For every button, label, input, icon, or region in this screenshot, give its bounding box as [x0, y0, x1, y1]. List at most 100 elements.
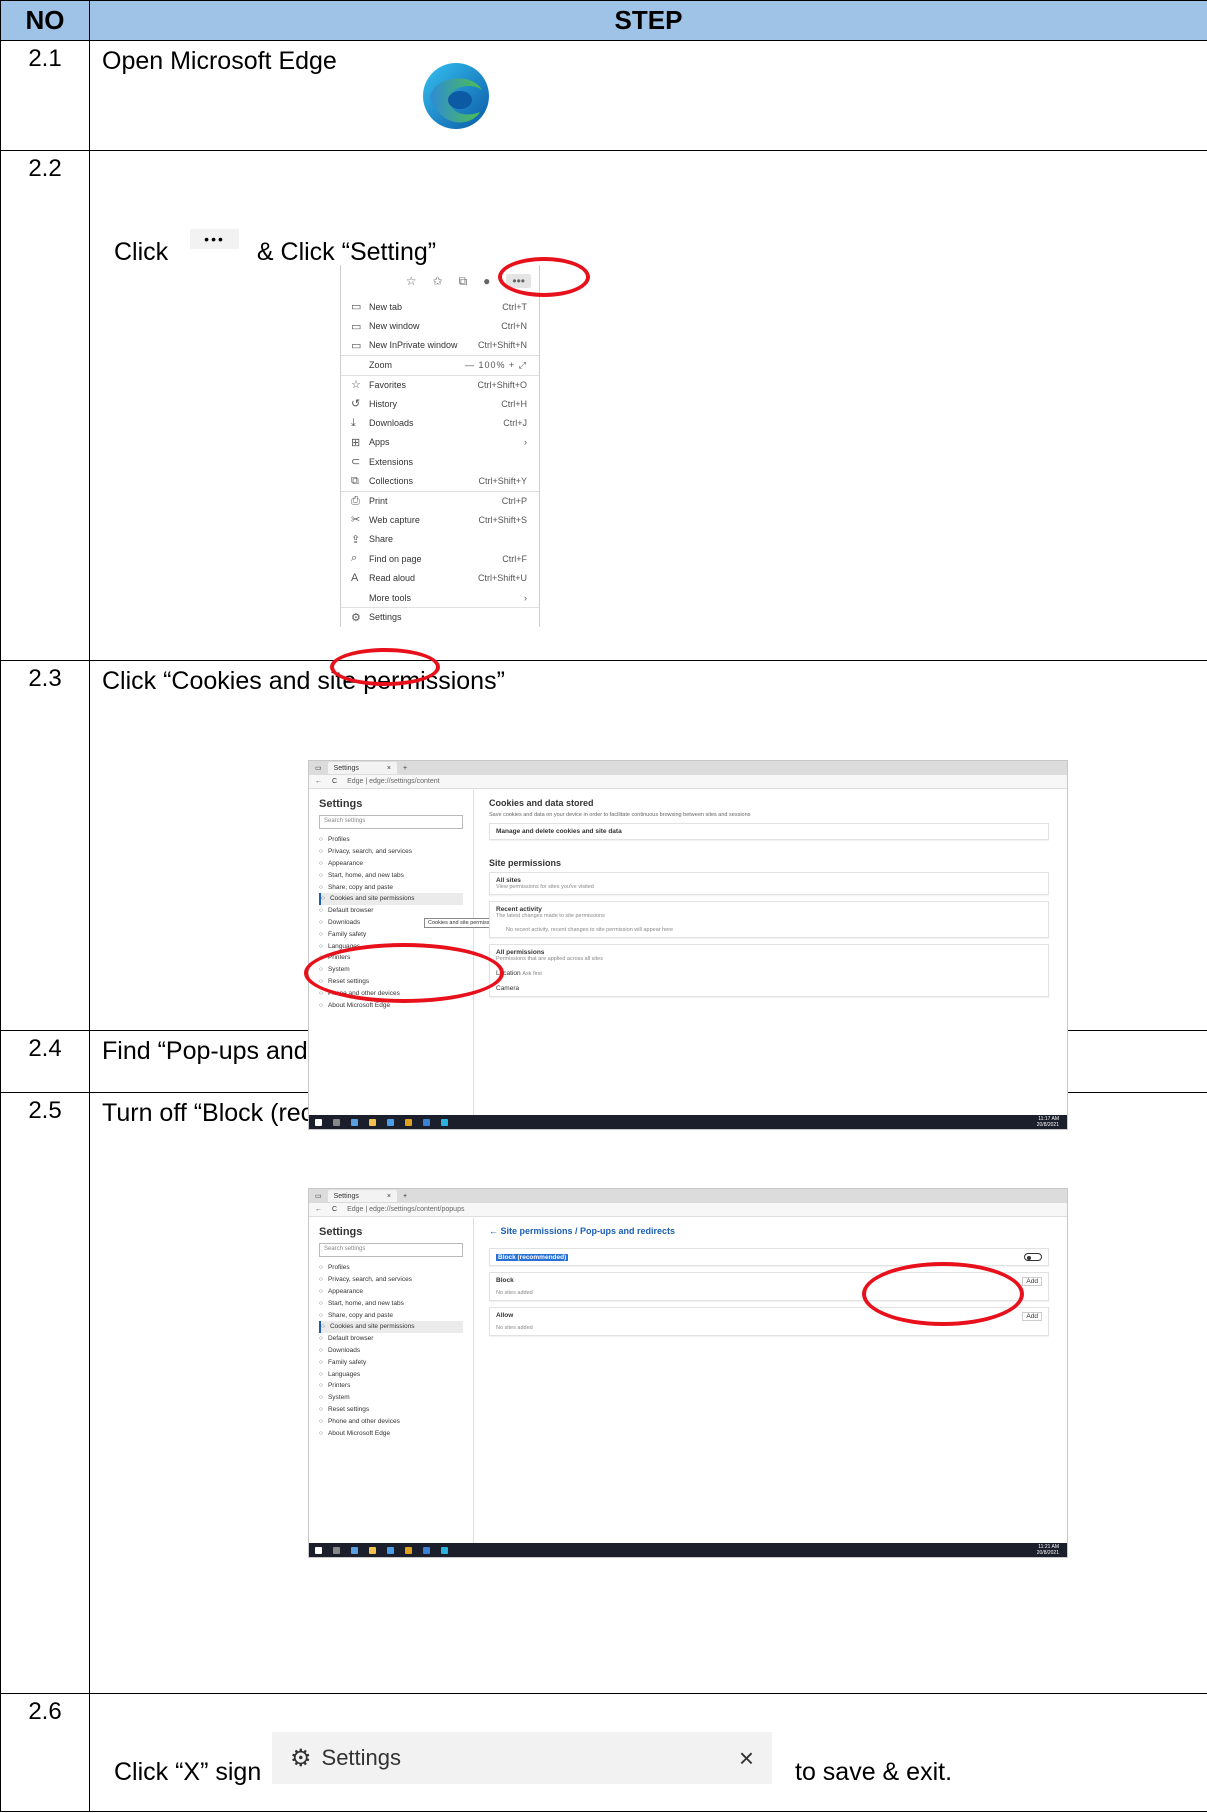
menu-item[interactable]: ⇪ Share	[341, 530, 539, 549]
refresh-icon[interactable]: C	[332, 778, 337, 785]
camera-item[interactable]: Camera	[496, 985, 1042, 992]
url-field[interactable]: Edge | edge://settings/content/popups	[347, 1206, 464, 1213]
sidebar-item-icon: ○	[319, 1417, 323, 1425]
all-sites-link[interactable]: All sites View permissions for sites you…	[489, 872, 1049, 895]
sidebar-item[interactable]: ○ Profiles	[319, 834, 463, 846]
edge-more-menu: ☆ ✩ ⧉ ● ••• ▭ New tab Ctrl+T ▭ New window Ctr…	[340, 265, 540, 627]
sidebar-item-icon: ○	[319, 1299, 323, 1307]
breadcrumb[interactable]: ← Site permissions / Pop-ups and redirec…	[489, 1226, 1049, 1236]
menu-item[interactable]: ⧉ Collections Ctrl+Shift+Y	[341, 472, 539, 491]
tab-settings[interactable]: Settings ×	[327, 762, 398, 774]
menu-item[interactable]: Zoom — 100% + ⤢	[341, 355, 539, 374]
search-input[interactable]: Search settings	[319, 1243, 463, 1257]
menu-item[interactable]: ⤓ Downloads Ctrl+J	[341, 413, 539, 432]
block-toggle[interactable]	[1024, 1253, 1042, 1261]
file-explorer-icon[interactable]	[369, 1546, 376, 1554]
chrome-icon[interactable]	[405, 1546, 412, 1554]
menu-item-shortcut: Ctrl+T	[502, 301, 527, 312]
menu-item[interactable]: ▭ New tab Ctrl+T	[341, 297, 539, 316]
sidebar-item[interactable]: ○ Privacy, search, and services	[319, 846, 463, 858]
app-icon[interactable]	[423, 1546, 430, 1554]
app-icon[interactable]	[387, 1546, 394, 1554]
sidebar-item[interactable]: ○ Reset settings	[319, 1404, 463, 1416]
card-title: All sites	[496, 877, 521, 884]
sidebar-item[interactable]: ○ Start, home, and new tabs	[319, 869, 463, 881]
sidebar-item[interactable]: ○ Share, copy and paste	[319, 1309, 463, 1321]
search-icon[interactable]	[333, 1546, 340, 1554]
sidebar-item[interactable]: ○ Appearance	[319, 858, 463, 870]
app-icon[interactable]	[387, 1118, 394, 1126]
app-icon[interactable]	[423, 1118, 430, 1126]
menu-item-icon: ⇪	[351, 533, 361, 546]
sidebar-title: Settings	[319, 1226, 363, 1238]
menu-item[interactable]: ▭ New InPrivate window Ctrl+Shift+N	[341, 336, 539, 355]
tab-settings[interactable]: Settings ×	[327, 1190, 398, 1202]
menu-item[interactable]: ☆ Favorites Ctrl+Shift+O	[341, 374, 539, 394]
sidebar-item[interactable]: ○ Family safety	[319, 928, 463, 940]
menu-item[interactable]: More tools ›	[341, 588, 539, 607]
sidebar-item[interactable]: ○ Phone and other devices	[319, 1415, 463, 1427]
menu-item-shortcut: Ctrl+F	[502, 553, 527, 564]
sidebar-item-label: Share, copy and paste	[327, 1311, 393, 1319]
sidebar-item[interactable]: ○ Default browser	[319, 1333, 463, 1345]
sidebar-item[interactable]: ○ Cookies and site permissions	[319, 892, 463, 905]
edge-icon[interactable]	[441, 1118, 448, 1126]
location-item[interactable]: Location Ask first	[496, 970, 1042, 977]
task-view-icon[interactable]	[351, 1546, 358, 1554]
menu-item-shortcut: Ctrl+Shift+Y	[478, 476, 527, 487]
close-icon[interactable]: ×	[387, 1193, 391, 1200]
menu-item[interactable]: ✂ Web capture Ctrl+Shift+S	[341, 510, 539, 529]
sidebar-item-icon: ○	[319, 1346, 323, 1354]
sidebar-item-label: About Microsoft Edge	[327, 1429, 391, 1437]
sidebar-item[interactable]: ○ Cookies and site permissions	[319, 1320, 463, 1333]
sidebar-item[interactable]: ○ Printers	[319, 1380, 463, 1392]
new-tab-icon[interactable]: +	[403, 1193, 407, 1200]
close-icon[interactable]: ×	[387, 765, 391, 772]
sidebar-item[interactable]: ○ Downloads	[319, 1345, 463, 1357]
new-tab-icon[interactable]: +	[403, 765, 407, 772]
menu-item-shortcut: Ctrl+Shift+O	[477, 379, 527, 390]
sidebar-item[interactable]: ○ Share, copy and paste	[319, 881, 463, 893]
search-icon[interactable]	[333, 1118, 340, 1126]
sidebar-item-icon: ○	[319, 918, 323, 926]
menu-item[interactable]: ⎙ Print Ctrl+P	[341, 490, 539, 510]
sidebar-item[interactable]: ○ Languages	[319, 1368, 463, 1380]
windows-icon[interactable]	[315, 1546, 322, 1554]
menu-item[interactable]: ⌕ Find on page Ctrl+F	[341, 549, 539, 568]
menu-item[interactable]: ▭ New window Ctrl+N	[341, 316, 539, 335]
menu-item[interactable]: A Read aloud Ctrl+Shift+U	[341, 568, 539, 587]
sidebar-item[interactable]: ○ Start, home, and new tabs	[319, 1297, 463, 1309]
gear-icon: ⚙	[290, 1744, 312, 1772]
url-field[interactable]: Edge | edge://settings/content	[347, 778, 440, 785]
menu-item[interactable]: ⚙ Settings	[341, 607, 539, 626]
refresh-icon[interactable]: C	[332, 1206, 337, 1213]
file-explorer-icon[interactable]	[369, 1118, 376, 1126]
chrome-icon[interactable]	[405, 1118, 412, 1126]
windows-icon[interactable]	[315, 1118, 322, 1126]
close-icon[interactable]: ×	[739, 1743, 754, 1774]
edge-icon[interactable]	[441, 1546, 448, 1554]
sidebar-item[interactable]: ○ About Microsoft Edge	[319, 1427, 463, 1439]
add-button[interactable]: Add	[1022, 1312, 1042, 1321]
menu-item[interactable]: ⊂ Extensions	[341, 452, 539, 471]
sidebar-item-icon: ○	[319, 1264, 323, 1272]
menu-item[interactable]: ↺ History Ctrl+H	[341, 394, 539, 413]
sidebar-item[interactable]: ○ Family safety	[319, 1356, 463, 1368]
add-button[interactable]: Add	[1022, 1277, 1042, 1286]
menu-item-icon: ⧉	[351, 474, 359, 487]
sidebar-item[interactable]: ○ Default browser	[319, 905, 463, 917]
step-text: Click ••• & Click “Setting”	[114, 228, 436, 267]
manage-cookies-link[interactable]: Manage and delete cookies and site data	[489, 823, 1049, 840]
sidebar-item[interactable]: ○ Profiles	[319, 1262, 463, 1274]
back-icon[interactable]: ←	[315, 1206, 322, 1213]
step-text: Click “Cookies and site permissions”	[102, 667, 505, 695]
sidebar-item[interactable]: ○ Privacy, search, and services	[319, 1274, 463, 1286]
sidebar-item[interactable]: ○ Appearance	[319, 1286, 463, 1298]
sidebar-item[interactable]: ○ System	[319, 1392, 463, 1404]
menu-item[interactable]: ⊞ Apps ›	[341, 433, 539, 452]
back-icon[interactable]: ←	[315, 778, 322, 785]
task-view-icon[interactable]	[351, 1118, 358, 1126]
read-aloud-icon: ☆	[405, 274, 417, 288]
menu-item-label: Share	[369, 534, 394, 545]
search-input[interactable]: Search settings	[319, 815, 463, 829]
